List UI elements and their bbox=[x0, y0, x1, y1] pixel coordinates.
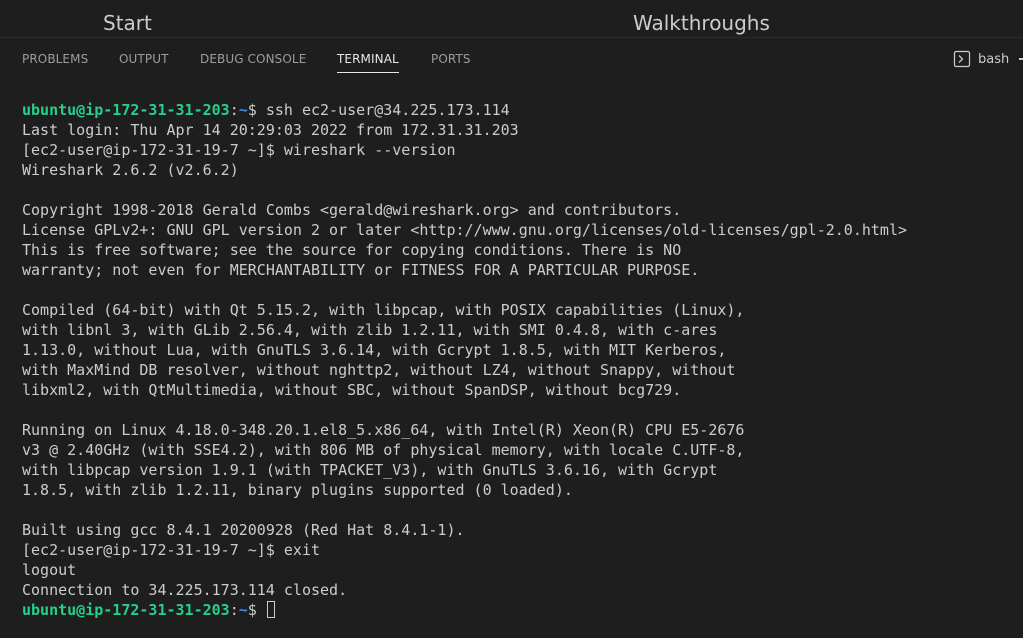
terminal-line: This is free software; see the source fo… bbox=[22, 241, 682, 259]
terminal-line: logout bbox=[22, 561, 77, 579]
terminal-cursor bbox=[266, 601, 275, 618]
terminal-line: with libnl 3, with GLib 2.56.4, with zli… bbox=[22, 321, 718, 339]
terminal-line: Copyright 1998-2018 Gerald Combs <gerald… bbox=[22, 201, 682, 219]
editor-tab-walkthroughs[interactable]: Walkthroughs bbox=[633, 9, 770, 37]
terminal-shell-selector[interactable]: bash bbox=[953, 49, 1009, 69]
prompt-colon: : bbox=[229, 601, 239, 619]
terminal-line: Connection to 34.225.173.114 closed. bbox=[22, 581, 348, 599]
tab-output[interactable]: OUTPUT bbox=[119, 51, 169, 67]
tab-debug-console[interactable]: DEBUG CONSOLE bbox=[200, 51, 306, 67]
terminal-prompt-line: ubuntu@ip-172-31-31-203:~$ ssh ec2-user@… bbox=[22, 100, 1017, 120]
terminal-line: with MaxMind DB resolver, without nghttp… bbox=[22, 361, 736, 379]
tab-problems[interactable]: PROBLEMS bbox=[22, 51, 88, 67]
prompt-command: ssh ec2-user@34.225.173.114 bbox=[256, 101, 510, 119]
terminal-line: warranty; not even for MERCHANTABILITY o… bbox=[22, 261, 700, 279]
shell-name: bash bbox=[978, 51, 1010, 67]
terminal-line: Built using gcc 8.4.1 20200928 (Red Hat … bbox=[22, 521, 465, 539]
prompt-path: ~ bbox=[238, 601, 248, 619]
prompt-path: ~ bbox=[238, 101, 248, 119]
terminal-line: [ec2-user@ip-172-31-19-7 ~]$ wireshark -… bbox=[22, 141, 456, 159]
terminal-line: libxml2, with QtMultimedia, without SBC,… bbox=[22, 381, 682, 399]
terminal-line: License GPLv2+: GNU GPL version 2 or lat… bbox=[22, 221, 908, 239]
editor-tab-start[interactable]: Start bbox=[103, 9, 152, 37]
prompt-colon: : bbox=[229, 101, 239, 119]
editor-tab-bar: Start Walkthroughs bbox=[0, 0, 1023, 37]
panel-tab-bar: PROBLEMS OUTPUT DEBUG CONSOLE TERMINAL P… bbox=[0, 37, 1023, 75]
terminal-icon bbox=[953, 50, 971, 68]
more-actions-icon[interactable] bbox=[1019, 58, 1023, 60]
tab-terminal[interactable]: TERMINAL bbox=[337, 51, 399, 73]
prompt-user-host: ubuntu@ip-172-31-31-203 bbox=[22, 101, 230, 119]
prompt-symbol: $ bbox=[247, 601, 257, 619]
terminal-line: 1.13.0, without Lua, with GnuTLS 3.6.14,… bbox=[22, 341, 727, 359]
terminal-output[interactable]: ubuntu@ip-172-31-31-203:~$ ssh ec2-user@… bbox=[22, 100, 1017, 630]
terminal-line: with libpcap version 1.9.1 (with TPACKET… bbox=[22, 461, 718, 479]
tab-ports[interactable]: PORTS bbox=[431, 51, 471, 67]
prompt-command bbox=[257, 601, 266, 619]
prompt-user-host: ubuntu@ip-172-31-31-203 bbox=[22, 601, 230, 619]
terminal-line: v3 @ 2.40GHz (with SSE4.2), with 806 MB … bbox=[22, 441, 745, 459]
terminal-line: Last login: Thu Apr 14 20:29:03 2022 fro… bbox=[22, 121, 519, 139]
terminal-line: 1.8.5, with zlib 1.2.11, binary plugins … bbox=[22, 481, 573, 499]
terminal-line: Compiled (64-bit) with Qt 5.15.2, with l… bbox=[22, 301, 745, 319]
terminal-line: [ec2-user@ip-172-31-19-7 ~]$ exit bbox=[22, 541, 321, 559]
terminal-prompt-line: ubuntu@ip-172-31-31-203:~$ bbox=[22, 600, 1017, 620]
terminal-line: Wireshark 2.6.2 (v2.6.2) bbox=[22, 161, 239, 179]
prompt-symbol: $ bbox=[247, 101, 257, 119]
terminal-line: Running on Linux 4.18.0-348.20.1.el8_5.x… bbox=[22, 421, 745, 439]
